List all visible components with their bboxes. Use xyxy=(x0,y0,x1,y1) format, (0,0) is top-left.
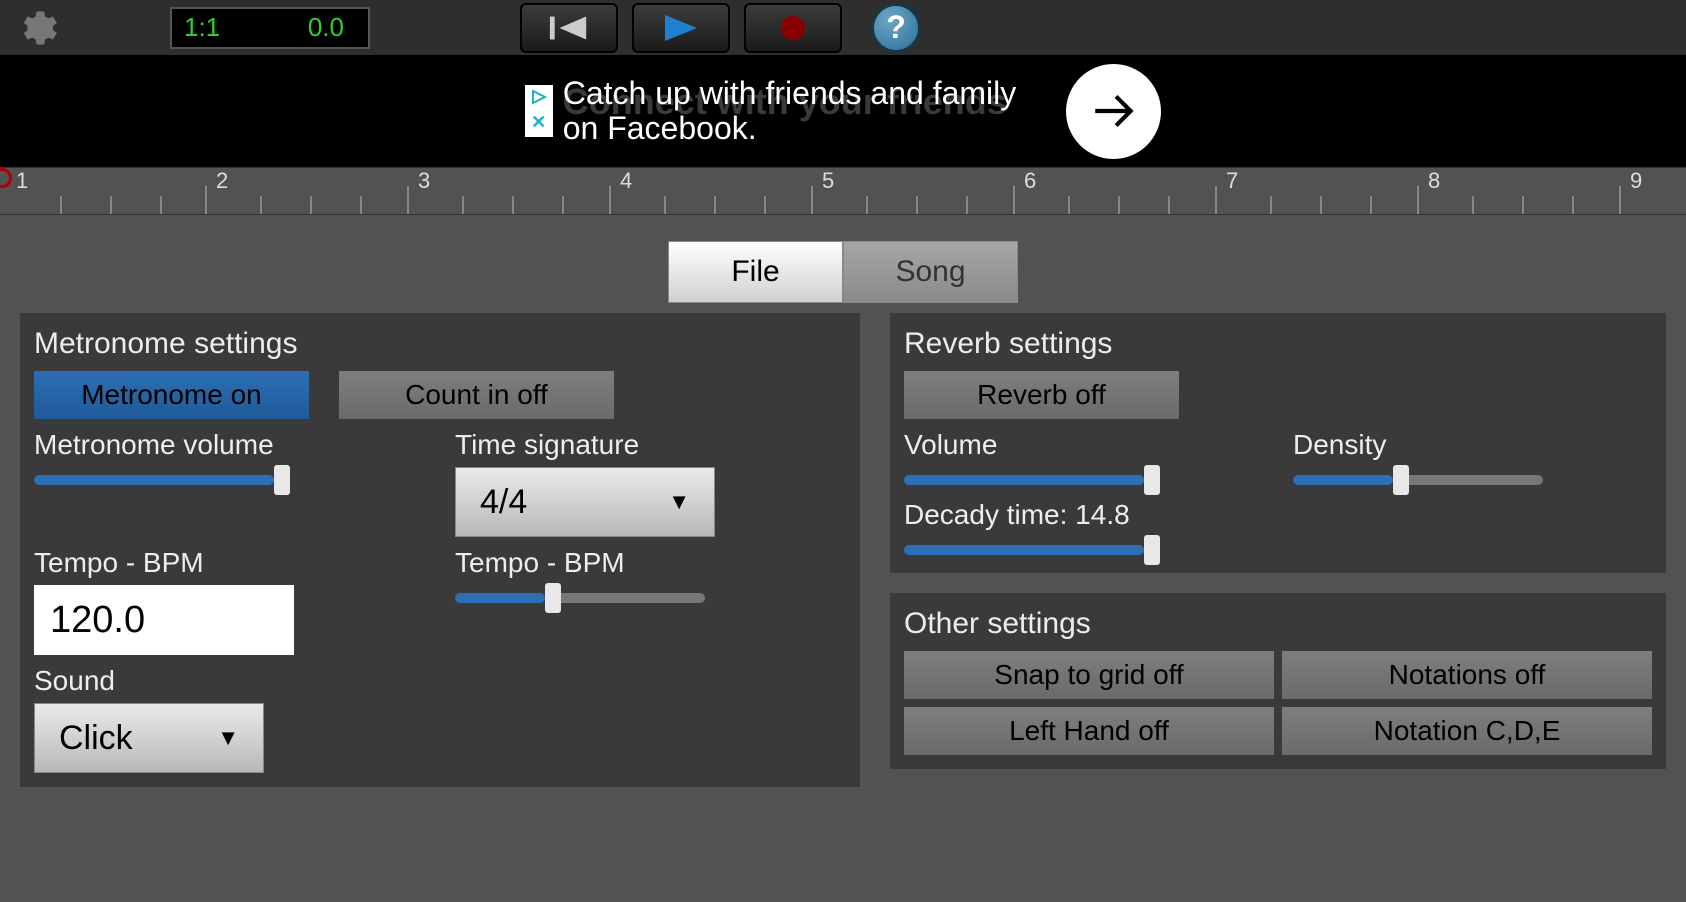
position-time: 0.0 xyxy=(308,12,344,43)
tempo-bpm-slider[interactable] xyxy=(455,589,705,607)
gear-icon[interactable] xyxy=(10,3,60,53)
chevron-down-icon: ▼ xyxy=(668,489,690,515)
other-title: Other settings xyxy=(904,599,1652,651)
decay-time-label: Decady time: 14.8 xyxy=(904,499,1652,531)
decay-time-slider[interactable] xyxy=(904,541,1154,559)
time-signature-value: 4/4 xyxy=(480,483,527,522)
other-panel: Other settings Snap to grid off Notation… xyxy=(890,593,1666,769)
tempo-bpm-label: Tempo - BPM xyxy=(34,547,425,579)
reverb-title: Reverb settings xyxy=(904,319,1652,371)
metronome-title: Metronome settings xyxy=(34,319,846,371)
rewind-button[interactable] xyxy=(520,3,618,53)
ruler-mark: 4 xyxy=(614,168,632,194)
chevron-down-icon: ▼ xyxy=(217,725,239,751)
ruler-mark: 7 xyxy=(1220,168,1238,194)
position-display: 1:1 0.0 xyxy=(170,7,370,49)
ad-banner[interactable]: ✕ Connect with your friends Catch up wit… xyxy=(0,55,1686,167)
tempo-bpm-input[interactable]: 120.0 xyxy=(34,585,294,655)
help-icon[interactable]: ? xyxy=(872,4,920,52)
ruler-mark: 6 xyxy=(1018,168,1036,194)
time-signature-select[interactable]: 4/4 ▼ xyxy=(455,467,715,537)
tab-row: File Song xyxy=(0,215,1686,303)
reverb-density-label: Density xyxy=(1293,429,1652,461)
notation-cde-button[interactable]: Notation C,D,E xyxy=(1282,707,1652,755)
ad-arrow-icon[interactable] xyxy=(1066,64,1161,159)
time-signature-label: Time signature xyxy=(455,429,846,461)
adchoices-icon[interactable]: ✕ xyxy=(525,85,553,137)
count-in-button[interactable]: Count in off xyxy=(339,371,614,419)
position-bar-beat: 1:1 xyxy=(184,12,220,43)
play-button[interactable] xyxy=(632,3,730,53)
metronome-volume-label: Metronome volume xyxy=(34,429,425,461)
metronome-volume-slider[interactable] xyxy=(34,471,284,489)
sound-label: Sound xyxy=(34,665,425,697)
notations-button[interactable]: Notations off xyxy=(1282,651,1652,699)
metronome-on-button[interactable]: Metronome on xyxy=(34,371,309,419)
sound-value: Click xyxy=(59,719,133,758)
ad-text: Connect with your friends Catch up with … xyxy=(563,76,1017,146)
record-button[interactable] xyxy=(744,3,842,53)
tab-song[interactable]: Song xyxy=(843,241,1018,303)
tempo-bpm-slider-label: Tempo - BPM xyxy=(455,547,846,579)
ruler-mark: 5 xyxy=(816,168,834,194)
snap-to-grid-button[interactable]: Snap to grid off xyxy=(904,651,1274,699)
reverb-off-button[interactable]: Reverb off xyxy=(904,371,1179,419)
ruler-mark: 2 xyxy=(210,168,228,194)
ruler-mark: 8 xyxy=(1422,168,1440,194)
metronome-panel: Metronome settings Metronome on Count in… xyxy=(20,313,860,787)
reverb-density-slider[interactable] xyxy=(1293,471,1543,489)
reverb-volume-label: Volume xyxy=(904,429,1263,461)
ruler-mark: 9 xyxy=(1624,168,1642,194)
left-hand-button[interactable]: Left Hand off xyxy=(904,707,1274,755)
sound-select[interactable]: Click ▼ xyxy=(34,703,264,773)
ruler-mark: 1 xyxy=(10,168,28,194)
transport-controls xyxy=(520,3,842,53)
top-toolbar: 1:1 0.0 ? xyxy=(0,0,1686,55)
reverb-panel: Reverb settings Reverb off Volume Densit… xyxy=(890,313,1666,573)
tab-file[interactable]: File xyxy=(668,241,843,303)
timeline-ruler[interactable]: 1 2 3 4 5 6 7 8 9 xyxy=(0,167,1686,215)
reverb-volume-slider[interactable] xyxy=(904,471,1154,489)
ruler-mark: 3 xyxy=(412,168,430,194)
